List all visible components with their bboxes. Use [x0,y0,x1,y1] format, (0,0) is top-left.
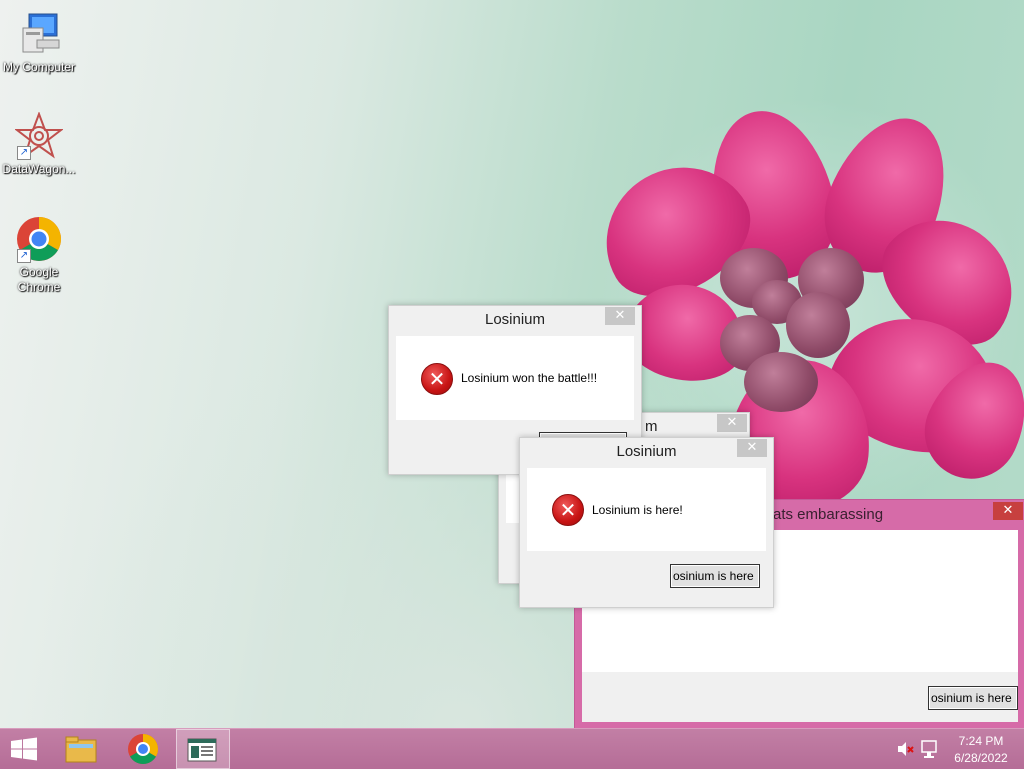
chrome-taskbar-button[interactable] [120,729,166,769]
datawagon-icon: ↗ [14,111,64,160]
losinium-is-here-button[interactable]: osinium is here [928,686,1018,710]
close-button[interactable]: ✕ [717,414,747,432]
close-button[interactable]: ✕ [737,439,767,457]
clock-date[interactable]: 6/28/2022 [944,751,1018,765]
close-icon: ✕ [1002,503,1014,518]
close-icon: ✕ [614,308,626,323]
dialog-body: ✕ Losinium is here! [527,468,766,551]
speaker-muted-icon[interactable] [894,729,916,769]
close-icon: ✕ [726,415,738,430]
close-button[interactable]: ✕ [605,307,635,325]
close-icon: ✕ [746,440,758,455]
desktop-icon-datawagon[interactable]: ↗ DataWagon... [1,111,77,177]
chrome-icon: ↗ [15,215,63,263]
desktop-icon-label: DataWagon... [2,162,76,176]
desktop-icon-chrome[interactable]: ↗ Google Chrome [1,215,77,295]
active-app-taskbar-button[interactable] [176,729,230,769]
desktop-icon-label: My Computer [2,60,76,74]
dialog-body: ✕ Losinium won the battle!!! [396,336,634,420]
dialog-losinium-is-here[interactable]: Losinium ✕ ✕ Losinium is here! osinium i… [519,437,774,608]
clock-time[interactable]: 7:24 PM [944,734,1018,748]
dialog-title: Losinium [616,443,677,460]
dialog-message: Losinium is here! [592,503,683,517]
shortcut-arrow-icon: ↗ [17,146,31,160]
desktop-icon-my-computer[interactable]: My Computer [1,10,77,75]
windows-logo-icon [11,737,37,761]
error-icon: ✕ [421,363,453,395]
dialog-message: Losinium won the battle!!! [461,371,598,385]
file-explorer-taskbar-button[interactable] [58,729,104,769]
my-computer-icon [15,10,63,58]
dialog-title: Losinium [484,311,546,328]
shortcut-arrow-icon: ↗ [17,249,31,263]
start-button[interactable] [0,729,48,769]
desktop-icon-label: Google Chrome [17,265,61,294]
error-icon: ✕ [552,494,584,526]
chrome-icon [128,734,158,765]
taskbar: 7:24 PM 6/28/2022 [0,728,1024,769]
losinium-is-here-button[interactable]: osinium is here [670,564,760,588]
network-icon[interactable] [918,729,940,769]
folder-icon [65,736,97,763]
desktop-background: My Computer ↗ DataWagon... ↗ Google Chro… [0,0,1024,728]
close-button[interactable]: ✕ [993,502,1023,520]
app-window-icon [187,738,217,762]
